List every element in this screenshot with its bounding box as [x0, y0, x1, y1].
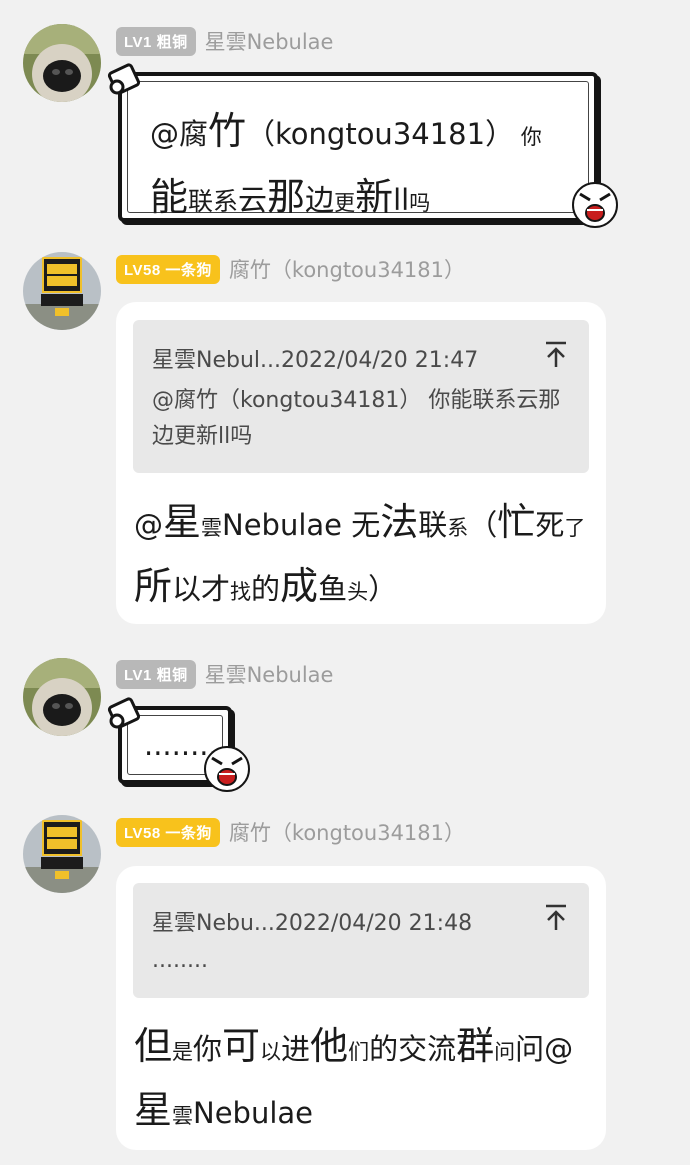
text-run: @腐 [150, 117, 209, 151]
quote-header: 星雲Nebu...2022/04/20 21:48 [152, 911, 473, 936]
text-run: 联 [418, 508, 448, 542]
text-run: 问 [515, 1032, 545, 1066]
text-run: 可 [222, 1024, 261, 1068]
text-run: 找 [230, 580, 252, 604]
text-run: 能 [150, 175, 189, 219]
text-run: 更 [334, 191, 356, 215]
message-text: @星雲Nebulae 无法联系（忙死了所以才找的成鱼头） [134, 494, 592, 622]
text-run: （ [468, 508, 498, 542]
message-header: LV58 一条狗 腐竹（kongtou34181） [116, 817, 465, 847]
level-badge: LV58 一条狗 [116, 254, 220, 284]
quoted-message[interactable]: 星雲Nebul...2022/04/20 21:47 @腐竹（kongtou34… [133, 320, 589, 473]
text-run: 他 [310, 1024, 349, 1068]
text-run: ） [368, 572, 398, 606]
text-run: 头 [347, 580, 369, 604]
user-avatar[interactable] [23, 658, 101, 736]
level-badge: LV58 一条狗 [116, 817, 220, 847]
user-avatar[interactable] [23, 252, 101, 330]
text-run: 鱼 [318, 572, 348, 606]
text-run: 边 [305, 183, 335, 217]
text-run: 的 [251, 572, 281, 606]
text-run: 云 [238, 183, 268, 217]
scroll-decoration-icon [107, 697, 141, 729]
text-run: 雲 [201, 516, 223, 540]
level-badge: LV1 粗铜 [116, 26, 196, 56]
nickname[interactable]: 腐竹（kongtou34181） [229, 817, 465, 847]
message-header: LV58 一条狗 腐竹（kongtou34181） [116, 254, 465, 284]
text-run: 但 [134, 1024, 173, 1068]
level-badge: LV1 粗铜 [116, 659, 196, 689]
text-run: ll [393, 183, 410, 217]
text-run: 忙 [497, 500, 536, 544]
text-run: 问 [494, 1040, 516, 1064]
text-run: 那 [267, 175, 306, 219]
quote-header: 星雲Nebul...2022/04/20 21:47 [152, 348, 479, 373]
scroll-decoration-icon [107, 63, 141, 95]
nickname[interactable]: 星雲Nebulae [205, 659, 334, 689]
nickname[interactable]: 星雲Nebulae [205, 26, 334, 56]
text-run: 无 [351, 508, 381, 542]
user-avatar[interactable] [23, 815, 101, 893]
text-run: 的交流 [369, 1032, 457, 1066]
reply-card[interactable]: 星雲Nebu...2022/04/20 21:48 ........ 但是你可以… [116, 866, 606, 1150]
rage-face-icon [572, 182, 618, 228]
comic-bubble[interactable]: @腐竹（kongtou34181） 你能联系云那边更新ll吗 [118, 72, 598, 222]
message-header: LV1 粗铜 星雲Nebulae [116, 26, 333, 56]
text-run: 吗 [409, 191, 431, 215]
rage-face-icon [204, 746, 250, 792]
text-run: 系 [447, 516, 469, 540]
text-run: 是 [172, 1040, 194, 1064]
text-run: 所 [134, 564, 173, 608]
text-run: 们 [348, 1040, 370, 1064]
text-run: 法 [380, 500, 419, 544]
message-text: ........ [144, 716, 218, 779]
text-run: 群 [456, 1024, 495, 1068]
text-run: @ [544, 1032, 574, 1066]
text-run: 星 [134, 1088, 173, 1132]
text-run: 你 [193, 1032, 223, 1066]
text-run: （kongtou34181） [246, 117, 515, 151]
text-run: @ [134, 508, 163, 542]
text-run: 死 [535, 508, 565, 542]
text-run: Nebulae [222, 508, 352, 542]
quote-body: ........ [152, 948, 208, 973]
user-avatar[interactable] [23, 24, 101, 102]
message-header: LV1 粗铜 星雲Nebulae [116, 659, 333, 689]
text-run: 了 [564, 516, 586, 540]
text-run: 星 [163, 500, 202, 544]
text-run: 进 [281, 1032, 311, 1066]
text-run: 以 [260, 1040, 282, 1064]
text-run: 竹 [208, 109, 247, 153]
text-run: 新 [355, 175, 394, 219]
back-to-top-icon[interactable] [543, 903, 569, 931]
message-text: @腐竹（kongtou34181） 你能联系云那边更新ll吗 [150, 102, 570, 234]
message-text: 但是你可以进他们的交流群问问@星雲Nebulae [134, 1018, 592, 1146]
text-run: Nebulae [193, 1096, 314, 1130]
quoted-message[interactable]: 星雲Nebu...2022/04/20 21:48 ........ [133, 883, 589, 998]
text-run: 联系 [188, 187, 239, 216]
back-to-top-icon[interactable] [543, 340, 569, 368]
text-run: 成 [280, 564, 319, 608]
quote-body: @腐竹（kongtou34181） 你能联系云那边更新ll吗 [152, 388, 561, 449]
text-run: 以才 [172, 572, 231, 606]
text-run: 雲 [172, 1104, 194, 1128]
text-run: 你 [514, 125, 542, 149]
reply-card[interactable]: 星雲Nebul...2022/04/20 21:47 @腐竹（kongtou34… [116, 302, 606, 624]
nickname[interactable]: 腐竹（kongtou34181） [229, 254, 465, 284]
